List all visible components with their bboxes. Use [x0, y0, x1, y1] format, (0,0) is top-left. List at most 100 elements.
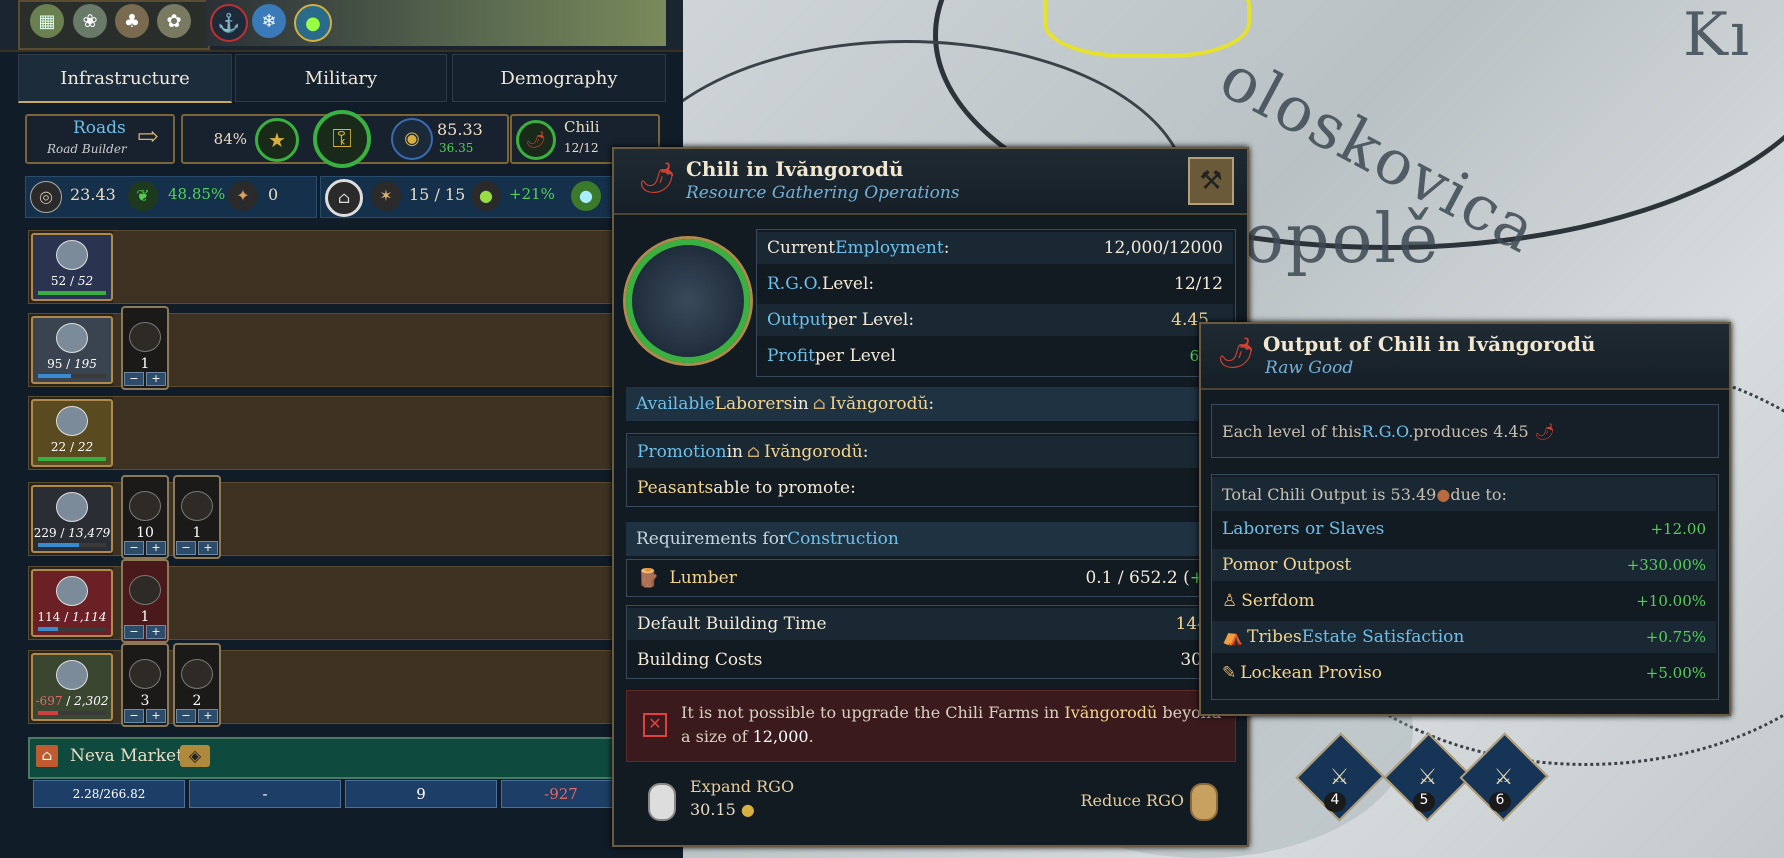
- rgo-level-row: R.G.O. Level: 12/12: [757, 268, 1233, 300]
- warning-size: 12,000: [752, 727, 809, 746]
- output-desc-rgo: R.G.O.: [1361, 421, 1414, 441]
- warehouse-icon: [181, 659, 213, 689]
- modifier-row: ✎ Lockean Proviso +5.00%: [1212, 657, 1716, 689]
- profit-row: Profit per Level 6.96: [757, 340, 1233, 372]
- pop-progress-bar: [38, 374, 106, 378]
- decrease-button[interactable]: −: [124, 625, 144, 639]
- stat-fertility: 48.85%: [168, 185, 226, 203]
- pop-type-button[interactable]: -697 / 2,302: [31, 653, 113, 721]
- pop-type-button[interactable]: 52 / 52: [31, 233, 113, 301]
- infrastructure-value: 85.33: [437, 120, 483, 139]
- tent-icon: [129, 491, 161, 521]
- modifier-label: Lockean Proviso: [1240, 663, 1382, 683]
- building-slot[interactable]: 1 − +: [121, 306, 169, 390]
- peasants-row: Peasants able to promote: 0: [627, 472, 1233, 504]
- market-stat: 2.28/266.82: [33, 780, 185, 808]
- decrease-button[interactable]: −: [176, 709, 196, 723]
- building-slot[interactable]: 2 − +: [173, 643, 221, 727]
- output-desc-c: produces 4.45: [1413, 421, 1529, 441]
- apple-stat-icon: ●: [471, 181, 501, 211]
- market-stat: 9: [345, 780, 497, 808]
- decrease-button[interactable]: −: [124, 541, 144, 555]
- pop-type-button[interactable]: 229 / 13,479: [31, 485, 113, 553]
- increase-button[interactable]: +: [146, 625, 166, 639]
- roads-title: Roads: [73, 118, 126, 138]
- pop-type-button[interactable]: 22 / 22: [31, 399, 113, 467]
- building-slot[interactable]: 1 − +: [121, 559, 169, 643]
- stat-bar: ◎ 23.43 ❦ 48.85% ✦ 0: [25, 176, 317, 218]
- increase-button[interactable]: +: [146, 372, 166, 386]
- building-time-row: Default Building Time 144da: [627, 608, 1233, 640]
- anchor-icon[interactable]: ⚓: [210, 4, 248, 42]
- total-output-label: Total Chili Output is 53.49: [1222, 484, 1437, 504]
- employment-value: 12,000/12000: [1103, 238, 1223, 258]
- modifier-label: Tribes: [1247, 627, 1302, 647]
- pop-row: 95 / 195 1 − +: [28, 306, 620, 390]
- modifier-row: Laborers or Slaves +12.00: [1212, 513, 1716, 545]
- promotion-location: Ivăngorodŭ: [763, 442, 863, 462]
- output-link: Output: [767, 310, 828, 330]
- building-count: 1: [192, 525, 202, 541]
- decrease-button[interactable]: −: [124, 372, 144, 386]
- output-tooltip-header: 🌶 Output of Chili in Ivăngorodŭ Raw Good: [1201, 324, 1729, 390]
- timber-icon[interactable]: ♣: [115, 4, 149, 38]
- increase-button[interactable]: +: [198, 541, 218, 555]
- pop-current: 114: [37, 610, 61, 624]
- building-slot[interactable]: 3 − +: [121, 643, 169, 727]
- star-icon: ★: [255, 118, 299, 162]
- employment-label-link: Employment: [835, 238, 944, 258]
- rgo-tooltip-title: Chili in Ivăngorodŭ: [686, 157, 904, 181]
- pop-total: 1,114: [72, 610, 107, 624]
- pop-total: 22: [77, 440, 94, 454]
- pop-total: 2,302: [74, 694, 109, 708]
- farm-icon[interactable]: ▦: [30, 4, 64, 38]
- roads-box[interactable]: Roads Road Builder ⇨: [25, 114, 175, 164]
- decrease-button[interactable]: −: [176, 541, 196, 555]
- pop-portrait-icon: [56, 576, 88, 606]
- tab-military[interactable]: Military: [235, 54, 447, 102]
- market-bar[interactable]: ⌂ Neva Market ◈: [28, 737, 626, 779]
- employment-colon: :: [943, 238, 950, 258]
- increase-button[interactable]: +: [146, 541, 166, 555]
- pop-progress-bar: [38, 543, 106, 547]
- close-icon: ✕: [643, 713, 667, 737]
- profit-link: Profit: [767, 346, 815, 366]
- lumber-label: Lumber: [669, 568, 737, 588]
- infrastructure-value-sub: 36.35: [439, 141, 474, 155]
- pop-type-button[interactable]: 114 / 1,114: [31, 569, 113, 637]
- snowflake-icon[interactable]: ❄: [252, 4, 286, 38]
- leaf-icon: ❦: [128, 181, 158, 211]
- expand-rgo-button[interactable]: Expand RGO 30.15 ●: [690, 777, 890, 827]
- chili-icon: ●: [1436, 484, 1451, 504]
- increase-button[interactable]: +: [146, 709, 166, 723]
- infrastructure-box[interactable]: 84% ★ ⚿ ◉ 85.33 36.35: [181, 110, 509, 168]
- mouse-right-icon: [1190, 783, 1218, 821]
- decrease-button[interactable]: −: [124, 709, 144, 723]
- building-slot[interactable]: 1 − +: [173, 475, 221, 559]
- rgo-level-label: Level:: [821, 274, 875, 294]
- pop-type-button[interactable]: 95 / 195: [31, 316, 113, 384]
- stat-bar: ⌂ ✶ 15 / 15 ● +21% ●: [320, 176, 622, 218]
- increase-button[interactable]: +: [198, 709, 218, 723]
- serfdom-icon: ♙: [1222, 591, 1238, 611]
- total-output-row: Total Chili Output is 53.49 ● due to:: [1212, 477, 1716, 511]
- rgo-level: 12/12: [564, 141, 599, 155]
- tab-demography[interactable]: Demography: [452, 54, 666, 102]
- peasants-label: Peasants: [637, 478, 714, 498]
- apple-icon[interactable]: ●: [294, 4, 332, 42]
- stat-capacity: 15 / 15: [409, 185, 466, 204]
- pop-progress-bar: [38, 457, 106, 461]
- pop-portrait-icon: [56, 240, 88, 270]
- vitruvian-icon: ✶: [371, 181, 401, 211]
- shovel-icon: ⚒: [1188, 157, 1234, 205]
- building-slot[interactable]: 10 − +: [121, 475, 169, 559]
- wool-icon[interactable]: ❀: [73, 4, 107, 38]
- pop-current: -697: [35, 694, 63, 708]
- grain-icon[interactable]: ✿: [157, 4, 191, 38]
- reduce-rgo-button[interactable]: Reduce RGO: [1074, 791, 1184, 817]
- stat-growth: +21%: [509, 185, 555, 203]
- tab-infrastructure[interactable]: Infrastructure: [18, 54, 232, 103]
- pop-progress-bar: [38, 291, 106, 295]
- laborers-colon: :: [928, 394, 935, 414]
- pop-row: 114 / 1,114 1 − +: [28, 559, 620, 643]
